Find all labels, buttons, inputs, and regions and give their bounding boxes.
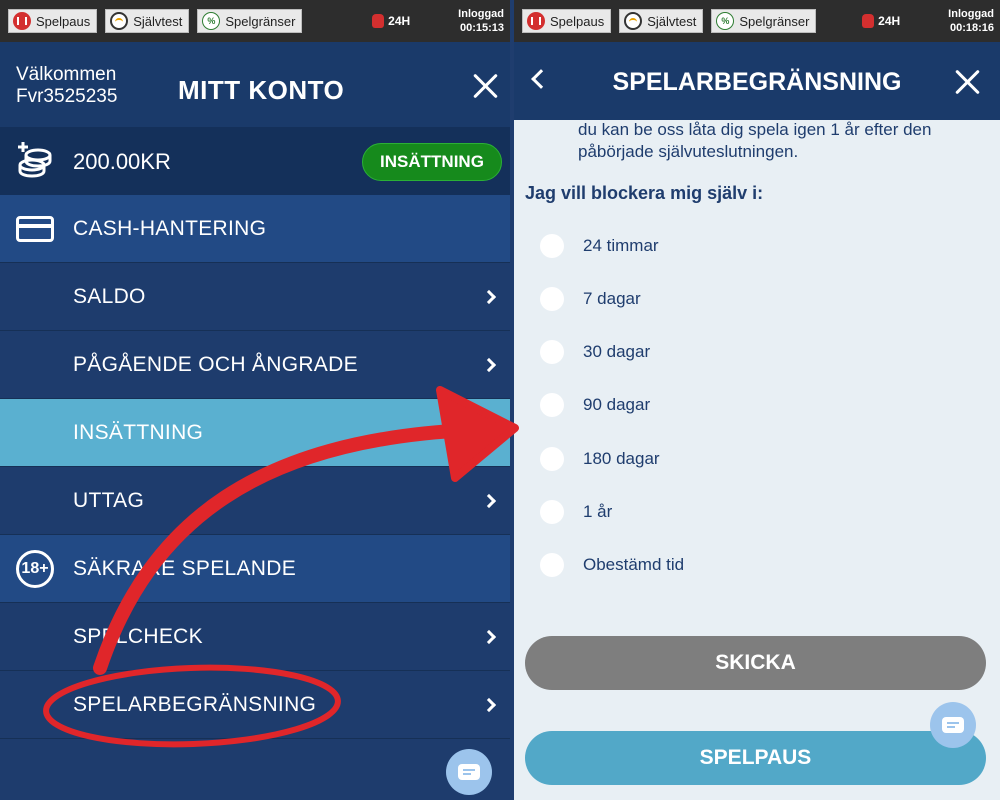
radio-button[interactable]	[540, 287, 564, 311]
option-7-days[interactable]: 7 dagar	[540, 287, 641, 311]
limit-indicator[interactable]: 24H	[372, 14, 410, 28]
menu-item-label: INSÄTTNING	[73, 420, 204, 444]
section-label: SÄKRARE SPELANDE	[73, 556, 297, 580]
option-label: Obestämd tid	[583, 555, 685, 574]
option-1-year[interactable]: 1 år	[540, 500, 612, 524]
pause-icon	[13, 12, 31, 30]
session-timer: 00:18:16	[949, 22, 994, 34]
card-icon	[16, 215, 54, 242]
option-label: 180 dagar	[583, 449, 660, 468]
spelgranser-button[interactable]: % Spelgränser	[711, 9, 817, 33]
chevron-right-icon	[481, 357, 497, 372]
top-bar-left: Spelpaus Självtest % Spelgränser 24H Inl…	[0, 0, 510, 42]
chevron-right-icon	[481, 289, 497, 304]
balance-amount: 200.00KR	[73, 149, 171, 174]
limit-label: 24H	[878, 14, 901, 28]
send-button[interactable]: SKICKA	[525, 636, 986, 690]
option-180-days[interactable]: 180 dagar	[540, 447, 660, 471]
spelpaus-label: Spelpaus	[36, 13, 91, 29]
session-timer: 00:15:13	[459, 22, 504, 34]
menu-item-pending[interactable]: PÅGÅENDE OCH ÅNGRADE	[0, 331, 510, 399]
status-label: Inloggad	[948, 8, 994, 20]
coins-icon	[18, 142, 52, 178]
option-label: 90 dagar	[583, 395, 651, 414]
menu-item-saldo[interactable]: SALDO	[0, 263, 510, 331]
session-status: Inloggad 00:15:13	[458, 7, 504, 35]
welcome-text: Välkommen	[16, 64, 117, 85]
section-safer-gambling[interactable]: 18+ SÄKRARE SPELANDE	[0, 535, 510, 603]
chevron-right-icon	[481, 629, 497, 644]
stop-hand-icon	[862, 14, 875, 28]
balance-row: 200.00KR INSÄTTNING	[0, 127, 510, 195]
spelgranser-label: Spelgränser	[739, 13, 810, 29]
limits-icon: %	[202, 12, 221, 30]
page-title: MITT KONTO	[178, 75, 345, 105]
chevron-right-icon	[481, 493, 497, 508]
radio-button[interactable]	[540, 234, 564, 258]
selftest-gauge-icon	[110, 12, 129, 30]
account-menu-panel: Välkommen Fvr3525235 MITT KONTO 200.00KR…	[0, 42, 510, 800]
limits-icon: %	[716, 12, 735, 30]
close-icon[interactable]	[472, 72, 500, 100]
section-label: CASH-HANTERING	[73, 216, 267, 240]
spelpaus-label: Spelpaus	[550, 13, 605, 29]
limits-title: SPELARBEGRÄNSNING	[612, 68, 902, 96]
radio-button[interactable]	[540, 553, 564, 577]
menu-item-label: PÅGÅENDE OCH ÅNGRADE	[73, 352, 358, 376]
radio-button[interactable]	[540, 447, 564, 471]
radio-button[interactable]	[540, 393, 564, 417]
option-label: 7 dagar	[583, 289, 641, 308]
chevron-right-icon	[481, 697, 497, 712]
menu-item-player-limits[interactable]: SPELARBEGRÄNSNING	[0, 671, 510, 739]
chat-button[interactable]	[930, 702, 976, 748]
limits-header: SPELARBEGRÄNSNING	[514, 42, 1000, 120]
spelgranser-button[interactable]: % Spelgränser	[197, 9, 303, 33]
spelpaus-main-button[interactable]: SPELPAUS	[525, 731, 986, 785]
limit-indicator[interactable]: 24H	[862, 14, 900, 28]
menu-item-withdraw[interactable]: UTTAG	[0, 467, 510, 535]
menu-item-label: SPELARBEGRÄNSNING	[73, 692, 317, 716]
menu-item-spelcheck[interactable]: SPELCHECK	[0, 603, 510, 671]
option-label: 30 dagar	[583, 342, 651, 361]
option-label: 24 timmar	[583, 236, 659, 255]
option-30-days[interactable]: 30 dagar	[540, 340, 650, 364]
limits-question: Jag vill blockera mig själv i:	[525, 183, 764, 203]
menu-item-label: UTTAG	[73, 488, 145, 512]
chat-icon	[942, 717, 964, 733]
radio-button[interactable]	[540, 340, 564, 364]
option-24-hours[interactable]: 24 timmar	[540, 234, 659, 258]
limits-info-text: du kan be oss låta dig spela igen 1 år e…	[578, 120, 932, 161]
player-limits-panel: SPELARBEGRÄNSNING du kan be oss låta dig…	[514, 42, 1000, 800]
section-cash-management[interactable]: CASH-HANTERING	[0, 195, 510, 263]
radio-button[interactable]	[540, 500, 564, 524]
session-status: Inloggad 00:18:16	[948, 7, 994, 35]
pause-icon	[527, 12, 545, 30]
spelgranser-label: Spelgränser	[225, 13, 296, 29]
menu-item-label: SPELCHECK	[73, 624, 203, 648]
option-label: 1 år	[583, 502, 613, 521]
status-label: Inloggad	[458, 8, 504, 20]
username: Fvr3525235	[16, 86, 118, 107]
sjalvtest-button[interactable]: Självtest	[619, 9, 704, 33]
account-header: Välkommen Fvr3525235 MITT KONTO	[0, 42, 510, 127]
chat-icon	[458, 764, 480, 780]
selftest-gauge-icon	[624, 12, 643, 30]
close-icon[interactable]	[954, 68, 982, 96]
menu-item-deposit[interactable]: INSÄTTNING	[0, 399, 510, 467]
sjalvtest-label: Självtest	[647, 13, 697, 29]
option-90-days[interactable]: 90 dagar	[540, 393, 650, 417]
spelpaus-button[interactable]: Spelpaus	[522, 9, 612, 33]
spelpaus-button[interactable]: Spelpaus	[8, 9, 98, 33]
sjalvtest-button[interactable]: Självtest	[105, 9, 190, 33]
welcome-block: Välkommen Fvr3525235	[16, 64, 117, 108]
limit-label: 24H	[388, 14, 411, 28]
option-indefinite[interactable]: Obestämd tid	[540, 553, 684, 577]
deposit-button[interactable]: INSÄTTNING	[362, 143, 502, 181]
top-bar-right: Spelpaus Självtest % Spelgränser 24H Inl…	[514, 0, 1000, 42]
menu-item-label: SALDO	[73, 284, 146, 308]
age-18-icon: 18+	[16, 549, 54, 588]
sjalvtest-label: Självtest	[133, 13, 183, 29]
chat-button[interactable]	[446, 749, 492, 795]
stop-hand-icon	[372, 14, 385, 28]
